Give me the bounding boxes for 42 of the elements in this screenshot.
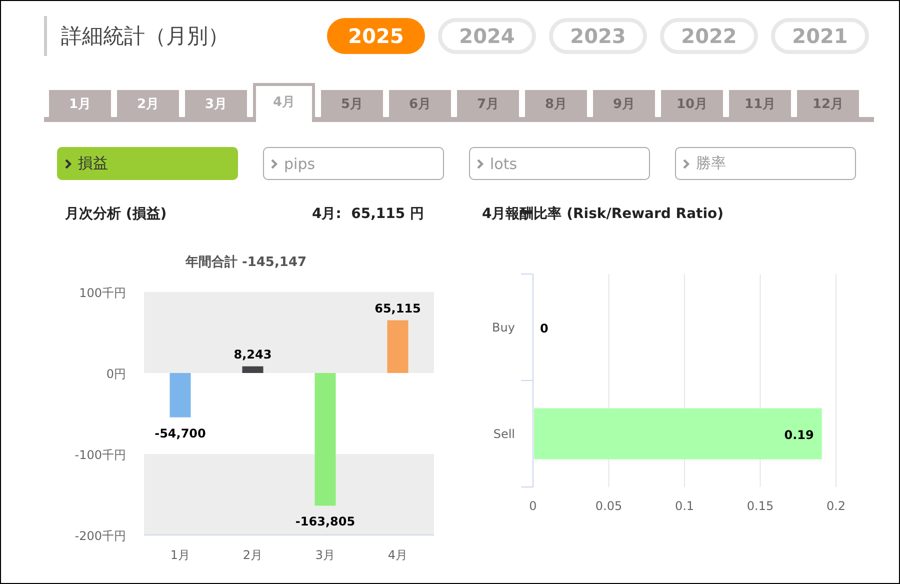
month-tab[interactable]: 3月	[185, 90, 247, 117]
axis-label: 2月	[242, 548, 263, 562]
chevron-icon	[271, 158, 278, 168]
chevron-icon	[477, 158, 484, 168]
axis-label: -200千円	[74, 529, 126, 543]
data-label: 0	[540, 321, 548, 336]
chart-title: 年間合計 -145,147	[185, 255, 307, 270]
axis-label: Sell	[493, 426, 515, 441]
axis-label: 0	[529, 499, 537, 513]
axis-label: 4月	[388, 548, 408, 562]
month-total: 4月: 65,115 円	[312, 205, 425, 223]
axis-label: 100千円	[79, 286, 126, 300]
data-label: 65,115	[374, 301, 421, 316]
axis-label: -100千円	[74, 448, 126, 462]
axis-label: Buy	[492, 320, 515, 334]
metric-button[interactable]: lots	[469, 147, 650, 180]
data-label: 0.19	[784, 428, 814, 442]
month-tab[interactable]: 4月	[253, 83, 315, 122]
year-button[interactable]: 2021	[771, 18, 869, 54]
metric-button[interactable]: 勝率	[675, 147, 856, 180]
section-heading: 月次分析 (損益)	[65, 205, 168, 223]
year-button[interactable]: 2023	[549, 18, 647, 54]
axis-label: 0.2	[826, 499, 846, 513]
axis-label: 0.1	[674, 499, 694, 513]
month-tab[interactable]: 1月	[49, 90, 111, 117]
axis-label: 0.05	[595, 499, 622, 513]
metric-button[interactable]: 損益	[57, 147, 238, 180]
data-label: 8,243	[234, 347, 272, 362]
section-heading: 4月報酬比率 (Risk/Reward Ratio)	[482, 205, 725, 223]
month-tab[interactable]: 2月	[117, 90, 179, 117]
year-button[interactable]: 2025	[327, 18, 425, 54]
data-label: -54,700	[154, 426, 206, 440]
data-label: -163,805	[295, 514, 356, 529]
year-button[interactable]: 2022	[660, 18, 758, 54]
chevron-icon	[683, 158, 690, 168]
chevron-icon	[65, 158, 72, 168]
metric-button[interactable]: pips	[263, 147, 444, 180]
axis-label: 0円	[106, 367, 126, 381]
axis-label: 0.15	[746, 499, 774, 513]
axis-label: 1月	[170, 548, 190, 562]
axis-label: 3月	[315, 548, 336, 562]
year-button[interactable]: 2024	[438, 18, 536, 54]
